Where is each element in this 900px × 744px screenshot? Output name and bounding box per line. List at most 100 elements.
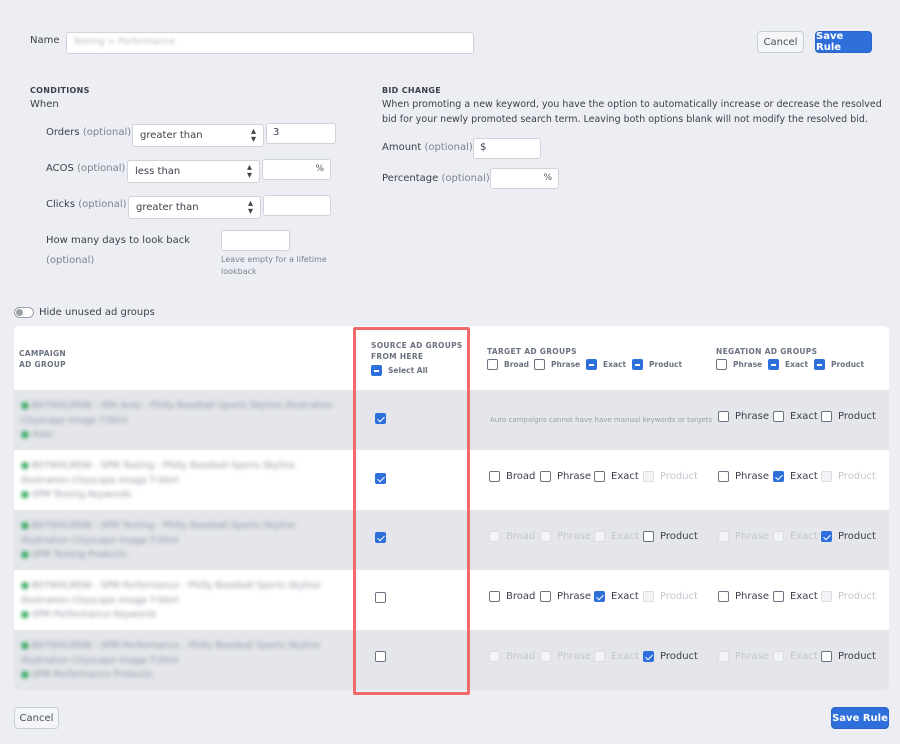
source-checkbox[interactable] (375, 592, 386, 603)
footer-cancel-button[interactable]: Cancel (14, 707, 59, 729)
neg-phrase[interactable]: Phrase (718, 471, 769, 482)
orders-value-input[interactable]: 3 (266, 123, 336, 144)
negation-product-header-label: Product (831, 360, 865, 369)
target-product[interactable]: Product (643, 531, 698, 542)
checkbox (821, 591, 832, 602)
target-phrase-header-label: Phrase (551, 360, 581, 369)
checkbox[interactable] (540, 591, 551, 602)
select-all-checkbox[interactable] (371, 365, 382, 376)
checkbox[interactable] (773, 411, 784, 422)
checkbox[interactable] (821, 531, 832, 542)
target-phrase[interactable]: Phrase (540, 591, 591, 602)
table-row: ● B07WXLMSW - SPM Performance - Philly B… (14, 630, 889, 690)
checkbox[interactable] (821, 651, 832, 662)
option-label: Exact (790, 471, 818, 482)
source-checkbox[interactable] (375, 473, 386, 484)
checkbox[interactable] (773, 471, 784, 482)
option-label: Broad (506, 651, 536, 662)
target-phrase[interactable]: Phrase (540, 471, 591, 482)
select-all[interactable]: Select All (371, 365, 428, 376)
campaign-name: ● B07WXLMSW - SPM Performance - Philly B… (21, 581, 321, 620)
campaign-name: ● B07WXLMSW - SPM Performance - Philly B… (21, 641, 321, 680)
option-label: Product (838, 591, 876, 602)
name-input[interactable]: Testing > Performance (66, 32, 474, 54)
target-header-exact[interactable]: Exact (586, 359, 626, 370)
cancel-button[interactable]: Cancel (757, 31, 804, 53)
conditions-when: When (30, 99, 59, 110)
checkbox (594, 651, 605, 662)
source-checkbox[interactable] (375, 532, 386, 543)
negation-header-phrase[interactable]: Phrase (716, 359, 762, 370)
orders-operator-select[interactable]: greater than ▴ ▾ (132, 124, 264, 147)
neg-phrase[interactable]: Phrase (718, 411, 769, 422)
bid-change-description-2: bid for your newly promoted search term.… (382, 114, 868, 125)
acos-value-input[interactable]: % (262, 159, 331, 180)
neg-product[interactable]: Product (821, 651, 876, 662)
hide-unused-toggle[interactable] (14, 307, 34, 318)
checkbox (773, 651, 784, 662)
target-phrase-all-checkbox[interactable] (534, 359, 545, 370)
negation-product-all-checkbox[interactable] (814, 359, 825, 370)
neg-phrase[interactable]: Phrase (718, 591, 769, 602)
checkbox[interactable] (643, 651, 654, 662)
checkbox[interactable] (489, 591, 500, 602)
name-label: Name (30, 35, 60, 46)
target-header-broad[interactable]: Broad (487, 359, 529, 370)
clicks-operator-select[interactable]: greater than ▴ ▾ (128, 196, 261, 219)
neg-exact[interactable]: Exact (773, 591, 818, 602)
negation-phrase-all-checkbox[interactable] (716, 359, 727, 370)
checkbox[interactable] (773, 591, 784, 602)
option-label: Phrase (735, 411, 769, 422)
amount-input[interactable]: $ (473, 138, 541, 159)
target-exact[interactable]: Exact (594, 591, 639, 602)
target-product[interactable]: Product (643, 651, 698, 662)
option-label: Product (660, 651, 698, 662)
target-broad[interactable]: Broad (489, 471, 535, 482)
target-product-all-checkbox[interactable] (632, 359, 643, 370)
checkbox[interactable] (540, 471, 551, 482)
checkbox[interactable] (718, 471, 729, 482)
save-rule-button[interactable]: Save Rule (815, 31, 872, 53)
option-label: Product (838, 651, 876, 662)
neg-product[interactable]: Product (821, 531, 876, 542)
col-negation-header: NEGATION AD GROUPS (716, 347, 818, 356)
option-label: Phrase (557, 531, 591, 542)
footer-save-rule-button[interactable]: Save Rule (831, 707, 889, 729)
auto-note: Auto campaigns cannot have have manual k… (490, 416, 713, 424)
checkbox[interactable] (643, 531, 654, 542)
col-campaign-header: CAMPAIGN AD GROUP (19, 349, 67, 369)
checkbox (594, 531, 605, 542)
target-header-phrase[interactable]: Phrase (534, 359, 580, 370)
source-checkbox[interactable] (375, 413, 386, 424)
lookback-days-input[interactable] (221, 230, 290, 251)
negation-header-exact[interactable]: Exact (768, 359, 808, 370)
target-broad-all-checkbox[interactable] (487, 359, 498, 370)
target-broad[interactable]: Broad (489, 591, 535, 602)
target-exact-all-checkbox[interactable] (586, 359, 597, 370)
neg-exact[interactable]: Exact (773, 471, 818, 482)
checkbox[interactable] (489, 471, 500, 482)
neg-exact[interactable]: Exact (773, 411, 818, 422)
percentage-input[interactable]: % (490, 168, 559, 189)
checkbox[interactable] (594, 471, 605, 482)
clicks-value-input[interactable] (263, 195, 331, 216)
option-label: Phrase (557, 591, 591, 602)
checkbox[interactable] (718, 411, 729, 422)
target-product-header-label: Product (649, 360, 683, 369)
target-header-product[interactable]: Product (632, 359, 682, 370)
checkbox[interactable] (594, 591, 605, 602)
checkbox (821, 471, 832, 482)
target-exact[interactable]: Exact (594, 471, 639, 482)
amount-label: Amount (optional) (382, 142, 473, 153)
checkbox[interactable] (718, 591, 729, 602)
option-label: Exact (790, 411, 818, 422)
source-checkbox[interactable] (375, 651, 386, 662)
negation-exact-all-checkbox[interactable] (768, 359, 779, 370)
neg-product[interactable]: Product (821, 411, 876, 422)
negation-header-product[interactable]: Product (814, 359, 864, 370)
acos-operator-select[interactable]: less than ▴ ▾ (127, 160, 260, 183)
neg-exact: Exact (773, 531, 818, 542)
checkbox[interactable] (821, 411, 832, 422)
bid-change-title: BID CHANGE (382, 86, 441, 95)
target-broad-header-label: Broad (504, 360, 529, 369)
